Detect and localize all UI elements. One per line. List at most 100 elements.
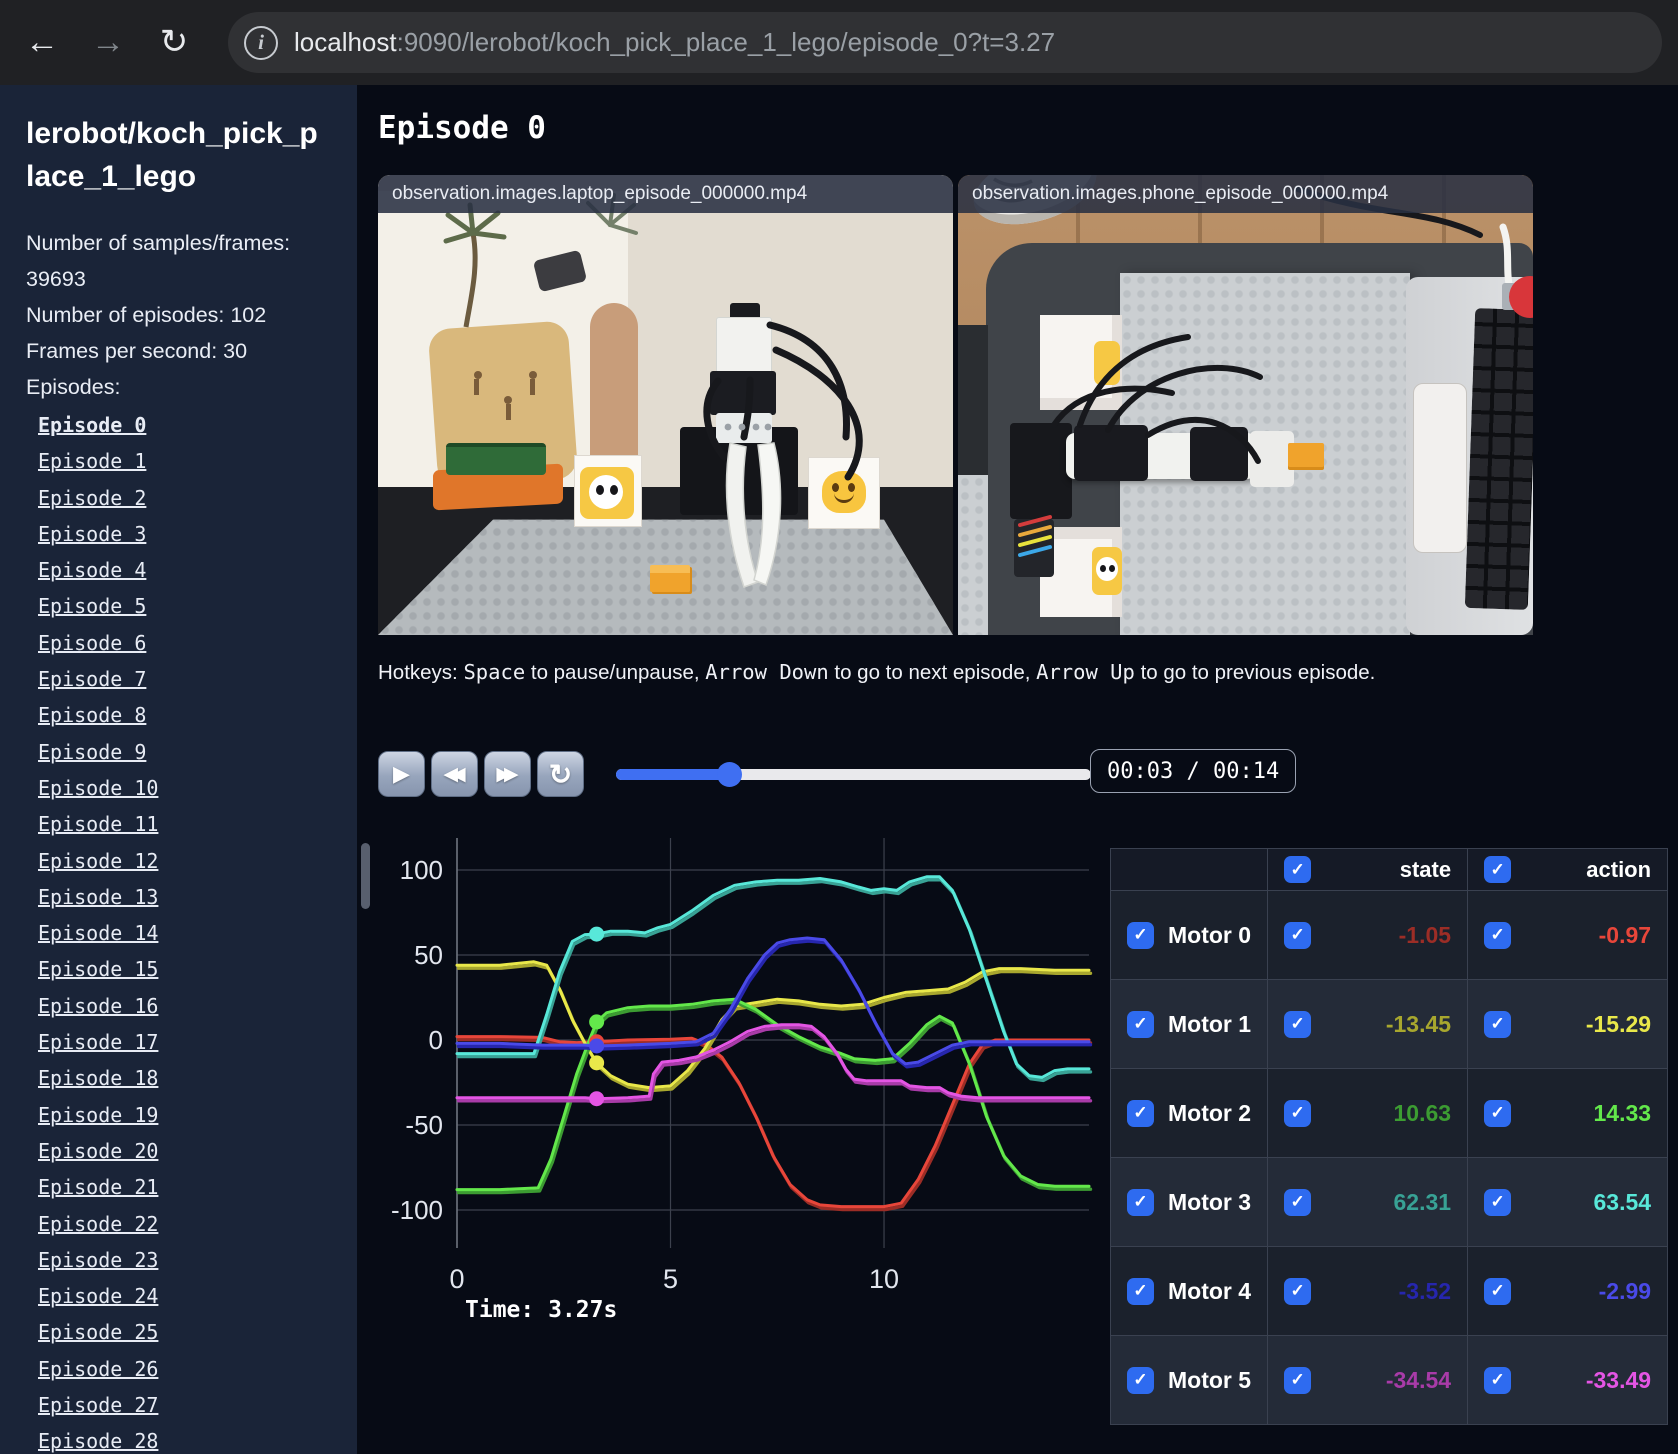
arm-motor-2 [1190,427,1248,481]
reload-icon[interactable]: ↻ [150,18,198,66]
checkbox-motor-4-action[interactable]: ✓ [1484,1277,1512,1305]
hotkey-key: Arrow Down [705,660,829,684]
scrollbar-thumb[interactable] [361,843,370,909]
checkbox-motor-4[interactable]: ✓ [1127,1277,1154,1305]
checkbox-motor-1-action[interactable]: ✓ [1484,1010,1512,1038]
hotkey-text: to go to previous episode. [1134,661,1376,684]
arm-base [1010,423,1072,519]
control-board [446,443,546,475]
episode-link-13[interactable]: Episode 13 [38,879,158,915]
motor-5-action-value: -33.49 [1585,1366,1652,1393]
episode-link-23[interactable]: Episode 23 [38,1242,158,1278]
checkbox-motor-0-action[interactable]: ✓ [1484,921,1512,949]
checkbox-motor-3-action[interactable]: ✓ [1484,1188,1512,1216]
page-info-icon[interactable]: i [244,25,278,60]
current-time-marker-3 [589,926,605,942]
svg-text:-50: -50 [405,1110,443,1140]
motor-2-action-value: 14.33 [1593,1099,1652,1126]
page: ← → ↻ i localhost:9090/lerobot/koch_pick… [0,0,1678,1454]
motor-chart-svg: 100 50 0 -50 -100 0 5 10 [391,838,1093,1294]
checkbox-motor-1[interactable]: ✓ [1127,1010,1154,1038]
motor-label: Motor 2 [1168,1099,1252,1126]
episode-link-14[interactable]: Episode 14 [38,915,158,951]
episode-link-6[interactable]: Episode 6 [38,625,158,661]
episode-link-21[interactable]: Episode 21 [38,1169,158,1205]
url-path: :9090/lerobot/koch_pick_place_1_lego/epi… [396,27,1056,57]
episode-link-22[interactable]: Episode 22 [38,1206,158,1242]
robot-motor [710,371,776,415]
browser-toolbar: ← → ↻ i localhost:9090/lerobot/koch_pick… [0,0,1678,85]
checkbox-motor-2[interactable]: ✓ [1127,1099,1154,1127]
episode-link-7[interactable]: Episode 7 [38,661,158,697]
checkbox-all-action[interactable]: ✓ [1484,856,1512,883]
checkbox-motor-3[interactable]: ✓ [1127,1188,1154,1216]
motor-label: Motor 1 [1168,1010,1252,1037]
checkbox-motor-5-action[interactable]: ✓ [1484,1366,1512,1394]
dataset-stats: Number of samples/frames: 39693 Number o… [26,225,328,405]
episode-link-19[interactable]: Episode 19 [38,1097,158,1133]
panda-face [589,475,623,509]
seek-slider-thumb[interactable] [717,762,743,787]
panda-eye-left [596,485,604,495]
checkbox-motor-5[interactable]: ✓ [1127,1366,1154,1394]
motor-chart[interactable]: 100 50 0 -50 -100 0 5 10 [377,790,1107,1335]
url-text[interactable]: localhost:9090/lerobot/koch_pick_place_1… [294,27,1055,58]
episode-link-3[interactable]: Episode 3 [38,516,158,552]
episode-link-20[interactable]: Episode 20 [38,1133,158,1169]
side-table-dark [958,325,988,483]
address-bar[interactable]: i localhost:9090/lerobot/koch_pick_place… [228,12,1662,73]
motor-2-state-value: 10.63 [1393,1099,1452,1126]
checkbox-all-state[interactable]: ✓ [1284,856,1312,883]
episode-link-5[interactable]: Episode 5 [38,588,158,624]
checkbox-motor-0-state[interactable]: ✓ [1284,921,1312,949]
video-frame-laptop [378,175,953,635]
checkbox-motor-1-state[interactable]: ✓ [1284,1010,1312,1038]
episode-link-0[interactable]: Episode 0 [38,407,158,443]
column-header-action: action [1586,856,1652,882]
video-laptop[interactable]: observation.images.laptop_episode_000000… [378,175,953,635]
motor-1-state-value: -13.45 [1385,1010,1452,1037]
page-title: Episode 0 [378,110,546,146]
episode-link-12[interactable]: Episode 12 [38,843,158,879]
episode-link-4[interactable]: Episode 4 [38,552,158,588]
episode-link-15[interactable]: Episode 15 [38,951,158,987]
back-icon[interactable]: ← [18,18,66,66]
episode-link-2[interactable]: Episode 2 [38,480,158,516]
forward-icon[interactable]: → [84,18,132,66]
checkbox-motor-5-state[interactable]: ✓ [1284,1366,1312,1394]
episode-link-1[interactable]: Episode 1 [38,443,158,479]
seek-slider[interactable] [616,762,1091,787]
episode-link-16[interactable]: Episode 16 [38,988,158,1024]
episode-link-24[interactable]: Episode 24 [38,1278,158,1314]
episode-link-11[interactable]: Episode 11 [38,806,158,842]
episode-link-8[interactable]: Episode 8 [38,697,158,733]
checkbox-motor-2-state[interactable]: ✓ [1284,1099,1312,1127]
chart-time-label: Time: 3.27s [465,1297,618,1323]
svg-text:-100: -100 [391,1195,443,1225]
motor-table: ✓ state ✓ action ✓ Motor 0 ✓ -1.05 ✓ -0.97 ✓ Motor … [1109,848,1669,1425]
robot-bracket [716,413,772,443]
lego-brick [650,565,690,592]
motor-label: Motor 5 [1168,1366,1252,1393]
checkbox-motor-0[interactable]: ✓ [1127,921,1154,949]
episode-link-27[interactable]: Episode 27 [38,1387,158,1423]
episode-link-10[interactable]: Episode 10 [38,770,158,806]
hug-sticker-top [1094,341,1120,385]
stat-episodes: Number of episodes: 102 [26,303,267,327]
motor-table-corner [1109,848,1269,891]
checkbox-motor-2-action[interactable]: ✓ [1484,1099,1512,1127]
episode-link-25[interactable]: Episode 25 [38,1314,158,1350]
episode-link-26[interactable]: Episode 26 [38,1351,158,1387]
current-time-marker-1 [589,1055,605,1071]
episode-link-18[interactable]: Episode 18 [38,1060,158,1096]
video-phone[interactable]: observation.images.phone_episode_000000.… [958,175,1533,635]
arm-motor-1 [1074,425,1148,481]
motor-label: Motor 3 [1168,1188,1252,1215]
episode-link-17[interactable]: Episode 17 [38,1024,158,1060]
episodes-label: Episodes: [26,375,121,399]
episode-link-9[interactable]: Episode 9 [38,734,158,770]
main-content: Episode 0 observation.images.laptop_epis… [357,85,1678,1454]
checkbox-motor-4-state[interactable]: ✓ [1284,1277,1312,1305]
checkbox-motor-3-state[interactable]: ✓ [1284,1188,1312,1216]
episode-link-28[interactable]: Episode 28 [38,1423,158,1454]
